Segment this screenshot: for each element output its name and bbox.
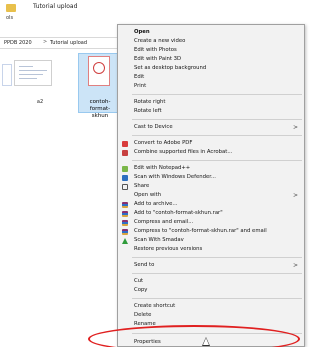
menu-item-edit-with-paint-3d[interactable]: Edit with Paint 3D bbox=[118, 55, 306, 64]
annotation-ellipse bbox=[88, 325, 300, 347]
menu-separator bbox=[132, 298, 302, 299]
file-thumbnail-partial bbox=[2, 64, 12, 86]
menu-item-add-to-rar[interactable]: Add to "contoh-format-skhun.rar" bbox=[118, 209, 306, 218]
menu-item-send-to[interactable]: Send to > bbox=[118, 261, 306, 270]
winrar-icon bbox=[122, 201, 128, 208]
menu-item-open[interactable]: Open bbox=[118, 28, 306, 37]
menu-item-rotate-right[interactable]: Rotate right bbox=[118, 98, 306, 107]
file-label: contoh-format-skhun bbox=[89, 99, 111, 119]
menu-item-create-new-video[interactable]: Create a new video bbox=[118, 37, 306, 46]
breadcrumb-tutorial-upload[interactable]: Tutorial upload bbox=[50, 40, 87, 46]
seal-icon bbox=[93, 62, 105, 74]
folder-icon bbox=[6, 4, 16, 12]
mouse-cursor-fill bbox=[203, 338, 209, 345]
ribbon-tools-label[interactable]: ols bbox=[6, 15, 13, 21]
menu-item-delete[interactable]: Delete bbox=[118, 311, 306, 320]
menu-item-combine-acrobat[interactable]: Combine supported files in Acrobat... bbox=[118, 148, 306, 157]
menu-item-edit-notepadpp[interactable]: Edit with Notepad++ bbox=[118, 164, 306, 173]
menu-item-scan-smadav[interactable]: Scan With Smadav bbox=[118, 236, 306, 245]
menu-separator bbox=[132, 273, 302, 274]
menu-item-rotate-left[interactable]: Rotate left bbox=[118, 107, 306, 116]
smadav-icon bbox=[122, 237, 128, 244]
menu-item-cast-to-device[interactable]: Cast to Device > bbox=[118, 123, 306, 132]
chevron-right-icon: > bbox=[292, 192, 298, 199]
menu-item-edit-with-photos[interactable]: Edit with Photos bbox=[118, 46, 306, 55]
file-thumbnail bbox=[14, 60, 52, 86]
window-title: Tutorial upload bbox=[33, 3, 78, 10]
menu-item-copy[interactable]: Copy bbox=[118, 286, 306, 295]
file-label: a2 bbox=[36, 99, 44, 105]
menu-item-compress-rar-email[interactable]: Compress to "contoh-format-skhun.rar" an… bbox=[118, 227, 306, 236]
context-menu: Open Create a new video Edit with Photos… bbox=[117, 24, 305, 347]
chevron-right-icon: > bbox=[292, 124, 298, 131]
menu-item-cut[interactable]: Cut bbox=[118, 277, 306, 286]
menu-item-compress-email[interactable]: Compress and email... bbox=[118, 218, 306, 227]
menu-item-share[interactable]: Share bbox=[118, 182, 306, 191]
menu-item-open-with[interactable]: Open with > bbox=[118, 191, 306, 200]
menu-separator bbox=[132, 257, 302, 258]
menu-item-scan-defender[interactable]: Scan with Windows Defender... bbox=[118, 173, 306, 182]
winrar-icon bbox=[122, 228, 128, 235]
breadcrumb-ppdb-2020[interactable]: PPDB 2020 bbox=[4, 40, 32, 46]
chevron-right-icon: > bbox=[292, 262, 298, 269]
share-icon bbox=[122, 183, 128, 190]
menu-separator bbox=[132, 135, 302, 136]
menu-item-convert-adobe-pdf[interactable]: Convert to Adobe PDF bbox=[118, 139, 306, 148]
winrar-icon bbox=[122, 210, 128, 217]
menu-separator bbox=[132, 160, 302, 161]
breadcrumb-separator: > bbox=[43, 39, 48, 45]
menu-item-edit[interactable]: Edit bbox=[118, 73, 306, 82]
notepadpp-icon bbox=[122, 165, 128, 172]
menu-item-add-to-archive[interactable]: Add to archive... bbox=[118, 200, 306, 209]
acrobat-combine-icon bbox=[122, 149, 128, 156]
menu-separator bbox=[132, 94, 302, 95]
menu-item-set-desktop-background[interactable]: Set as desktop background bbox=[118, 64, 306, 73]
windows-defender-icon bbox=[122, 174, 128, 181]
menu-item-create-shortcut[interactable]: Create shortcut bbox=[118, 302, 306, 311]
menu-separator bbox=[132, 119, 302, 120]
adobe-pdf-icon bbox=[122, 140, 128, 147]
winrar-icon bbox=[122, 219, 128, 226]
menu-item-restore-previous-versions[interactable]: Restore previous versions bbox=[118, 245, 306, 254]
menu-item-print[interactable]: Print bbox=[118, 82, 306, 91]
